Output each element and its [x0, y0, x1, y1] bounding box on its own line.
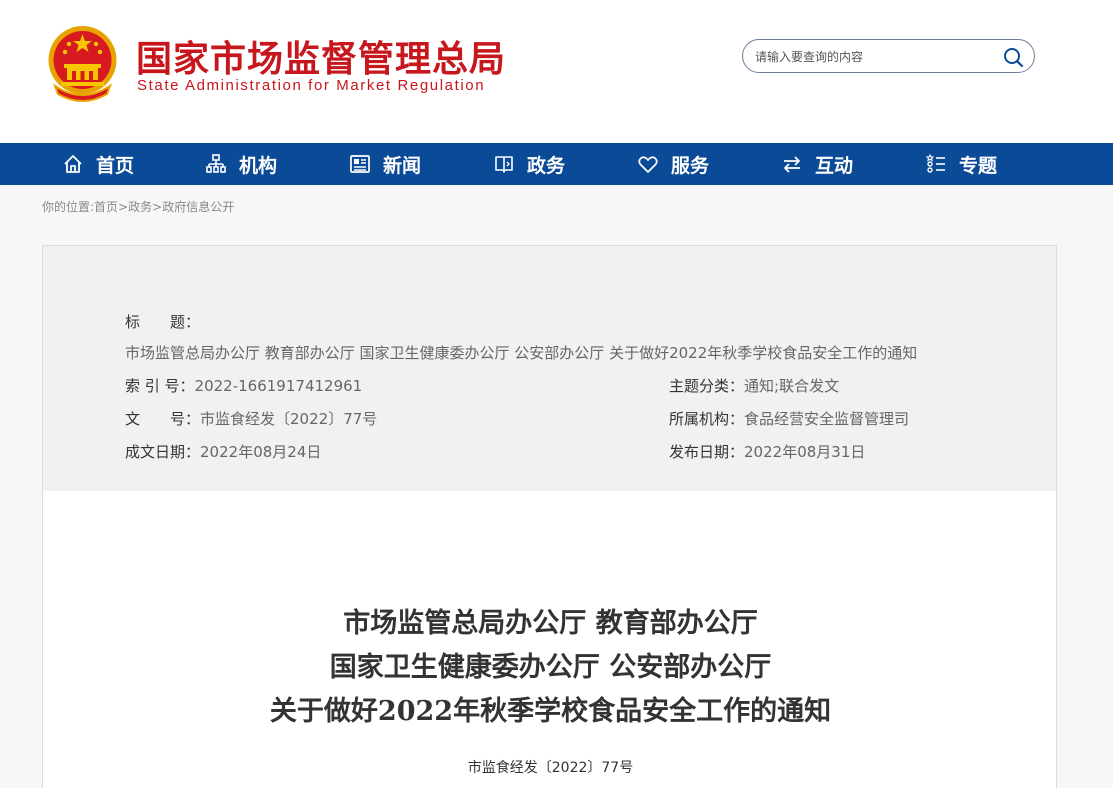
document-number: 文 号：市监食经发〔2022〕77号 [125, 408, 377, 429]
book-icon [495, 156, 513, 173]
docnum-label: 文 号： [125, 410, 201, 428]
list-icon [925, 153, 945, 173]
nav-item-interact[interactable]: 互动 [781, 143, 853, 185]
published-value: 2022年08月31日 [744, 443, 866, 461]
created-label: 成文日期： [125, 443, 201, 461]
breadcrumb: 你的位置:首页>政务>政府信息公开 [42, 198, 234, 215]
nav-label: 互动 [815, 154, 854, 177]
breadcrumb-separator: > [152, 200, 163, 214]
nav-item-service[interactable]: 服务 [637, 143, 709, 185]
main-nav: 首页 机构 新闻 政务 服务 互动 专题 [0, 143, 1113, 185]
document-title-line: 国家卫生健康委办公厅 公安部办公厅 [329, 652, 772, 683]
document-metadata: 标 题： 市场监管总局办公厅 教育部办公厅 国家卫生健康委办公厅 公安部办公厅 … [42, 245, 1057, 492]
nav-label: 服务 [671, 154, 710, 177]
index-number: 索 引 号：2022-1661917412961 [125, 375, 362, 396]
created-date: 成文日期：2022年08月24日 [125, 441, 321, 462]
title-value-text: 市场监管总局办公厅 教育部办公厅 国家卫生健康委办公厅 公安部办公厅 关于做好2… [125, 344, 918, 362]
nav-label: 专题 [959, 154, 998, 177]
document-number-line: 市监食经发〔2022〕77号 [467, 760, 634, 776]
created-value: 2022年08月24日 [200, 443, 322, 461]
site-header: 国家市场监督管理总局 State Administration for Mark… [0, 0, 1113, 143]
title-label: 标 题： [125, 313, 201, 331]
topic-category: 主题分类：通知;联合发文 [669, 375, 839, 396]
nav-item-topics[interactable]: 专题 [925, 143, 997, 185]
search-input[interactable] [755, 47, 995, 67]
document-body: 市场监管总局办公厅 教育部办公厅 国家卫生健康委办公厅 公安部办公厅 关于做好2… [42, 491, 1057, 788]
index-label: 索 引 号： [125, 377, 195, 395]
org-name-en[interactable]: State Administration for Market Regulati… [137, 77, 485, 94]
document-title-line: 关于做好2022年秋季学校食品安全工作的通知 [269, 696, 832, 727]
heart-icon [638, 156, 658, 173]
index-value: 2022-1661917412961 [194, 377, 363, 395]
docnum-value: 市监食经发〔2022〕77号 [200, 410, 378, 428]
org-name-cn[interactable]: 国家市场监督管理总局 [136, 30, 506, 82]
nav-label: 机构 [239, 154, 278, 177]
nav-label: 首页 [96, 154, 135, 177]
breadcrumb-public-info[interactable]: 政府信息公开 [162, 200, 234, 214]
nav-item-org[interactable]: 机构 [205, 143, 277, 185]
breadcrumb-prefix: 你的位置: [42, 200, 95, 214]
published-label: 发布日期： [669, 443, 745, 461]
nav-label: 政务 [527, 154, 566, 177]
nav-label: 新闻 [383, 154, 422, 177]
search-icon[interactable] [1002, 46, 1024, 68]
breadcrumb-separator: > [118, 200, 129, 214]
nav-item-news[interactable]: 新闻 [349, 143, 421, 185]
category-label: 主题分类： [669, 377, 745, 395]
agency-label: 所属机构： [669, 410, 745, 428]
org-chart-icon [206, 154, 226, 173]
category-value: 通知;联合发文 [744, 377, 840, 395]
exchange-icon [784, 156, 800, 173]
breadcrumb-home[interactable]: 首页 [94, 200, 118, 214]
newspaper-icon [350, 155, 370, 173]
published-date: 发布日期：2022年08月31日 [669, 441, 865, 462]
home-icon [64, 155, 82, 173]
search-box [742, 39, 1035, 73]
title-value: 市场监管总局办公厅 教育部办公厅 国家卫生健康委办公厅 公安部办公厅 关于做好2… [125, 342, 917, 363]
nav-item-gov[interactable]: 政务 [493, 143, 565, 185]
breadcrumb-gov[interactable]: 政务 [128, 200, 152, 214]
nav-item-home[interactable]: 首页 [62, 143, 134, 185]
national-emblem-icon[interactable] [45, 24, 120, 102]
document-title-line: 市场监管总局办公厅 教育部办公厅 [343, 608, 758, 639]
agency-value: 食品经营安全监督管理司 [744, 410, 910, 428]
issuing-agency: 所属机构：食品经营安全监督管理司 [669, 408, 909, 429]
